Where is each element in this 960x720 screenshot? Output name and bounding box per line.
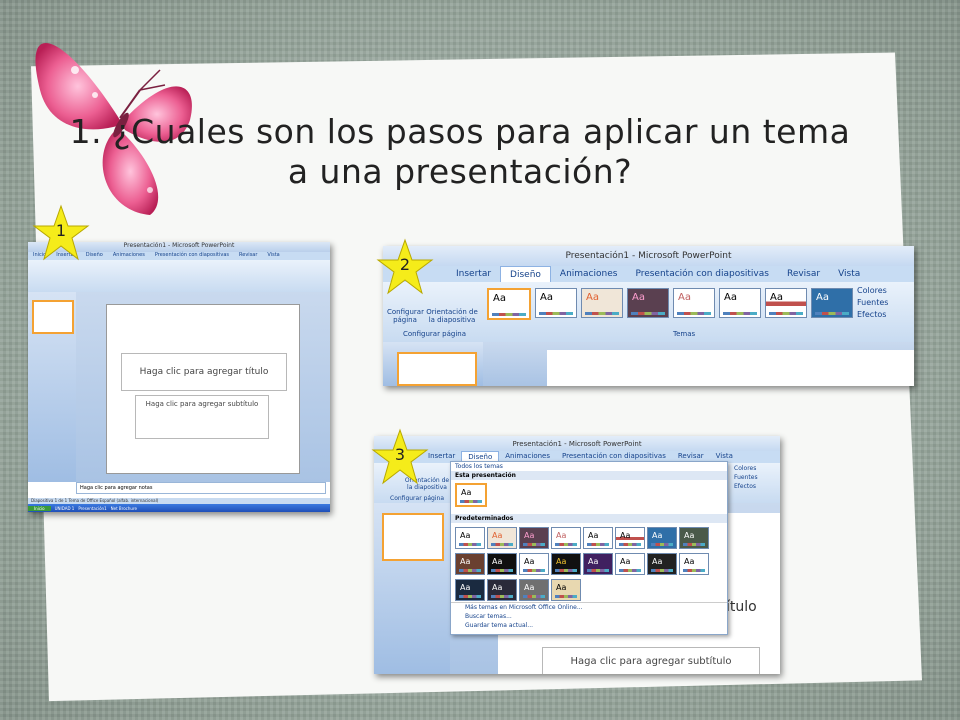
theme-thumbnail[interactable]: Aa bbox=[487, 288, 531, 320]
theme-options: Colores Fuentes Efectos bbox=[857, 286, 888, 319]
tab-vista[interactable]: Vista bbox=[262, 252, 284, 260]
step-1-number: 1 bbox=[55, 221, 67, 240]
slide-subtitle-placeholder[interactable]: Haga clic para agregar subtítulo bbox=[135, 395, 269, 439]
themes-dropdown: Todos los temas Esta presentación Aa Pre… bbox=[450, 461, 728, 635]
slides-pane bbox=[383, 342, 483, 386]
slide-title-placeholder[interactable]: Haga clic para agregar título bbox=[121, 353, 287, 391]
window-title-bar: Presentación1 - Microsoft PowerPoint bbox=[374, 436, 780, 451]
step-3-star: 3 bbox=[371, 428, 429, 486]
theme-thumbnail[interactable]: Aa bbox=[487, 579, 517, 601]
tab-presentacion[interactable]: Presentación con diapositivas bbox=[150, 252, 234, 260]
theme-thumbnail[interactable]: Aa bbox=[647, 553, 677, 575]
tab-animaciones[interactable]: Animaciones bbox=[108, 252, 150, 260]
slides-pane bbox=[28, 292, 76, 482]
step-1-star: 1 bbox=[32, 204, 90, 262]
slides-pane bbox=[374, 503, 450, 674]
taskbar-item[interactable]: UNIDAD 1 bbox=[55, 506, 75, 511]
tab-revisar[interactable]: Revisar bbox=[234, 252, 262, 260]
theme-thumbnail[interactable]: Aa bbox=[627, 288, 669, 318]
theme-options: Colores Fuentes Efectos bbox=[734, 465, 758, 490]
ribbon bbox=[28, 260, 330, 293]
slide-canvas: Haga clic para agregar título Haga clic … bbox=[106, 304, 300, 474]
tab-revisar[interactable]: Revisar bbox=[778, 266, 829, 282]
screenshot-1: Presentación1 - Microsoft PowerPoint Ini… bbox=[28, 242, 330, 512]
theme-thumbnail[interactable]: Aa bbox=[455, 579, 485, 601]
theme-thumbnail[interactable]: Aa bbox=[535, 288, 577, 318]
notes-pane[interactable]: Haga clic para agregar notas bbox=[76, 482, 326, 494]
tab-bar: Insertar Diseño Animaciones Presentación… bbox=[383, 266, 914, 282]
fonts-button[interactable]: Fuentes bbox=[734, 474, 758, 481]
theme-thumbnail[interactable]: Aa bbox=[551, 553, 581, 575]
theme-thumbnail[interactable]: Aa bbox=[551, 527, 581, 549]
theme-thumbnail[interactable]: Aa bbox=[455, 553, 485, 575]
slide-area: Haga clic para agregar título Haga clic … bbox=[76, 292, 330, 482]
theme-thumbnail[interactable]: Aa bbox=[615, 527, 645, 549]
section-label-builtin: Predeterminados bbox=[451, 514, 727, 523]
page-title: 1. ¿Cuales son los pasos para aplicar un… bbox=[69, 112, 851, 191]
tab-vista[interactable]: Vista bbox=[829, 266, 869, 282]
theme-thumbnail[interactable]: Aa bbox=[679, 553, 709, 575]
orientation-button[interactable]: Orientación de la diapositiva bbox=[425, 308, 479, 324]
more-themes-online-item[interactable]: Más temas en Microsoft Office Online... bbox=[451, 602, 727, 612]
theme-gallery: Aa Aa Aa Aa Aa Aa Aa Aa bbox=[487, 288, 853, 320]
step-2-number: 2 bbox=[399, 255, 411, 274]
tab-insertar[interactable]: Insertar bbox=[447, 266, 500, 282]
window-title-bar: Presentación1 - Microsoft PowerPoint bbox=[383, 246, 914, 266]
group-label-themes: Temas bbox=[673, 330, 696, 338]
dropdown-header: Todos los temas bbox=[455, 463, 503, 470]
theme-thumbnail[interactable]: Aa bbox=[765, 288, 807, 318]
section-label-current: Esta presentación bbox=[451, 471, 727, 480]
step-2-star: 2 bbox=[376, 238, 434, 296]
slide-canvas bbox=[547, 350, 914, 386]
slide-subtitle-placeholder[interactable]: Haga clic para agregar subtítulo bbox=[542, 647, 760, 674]
theme-thumbnail[interactable]: Aa bbox=[581, 288, 623, 318]
theme-thumbnail[interactable]: Aa bbox=[679, 527, 709, 549]
theme-thumbnail[interactable]: Aa bbox=[455, 527, 485, 549]
tab-diseno[interactable]: Diseño bbox=[500, 266, 551, 282]
colors-button[interactable]: Colores bbox=[734, 465, 758, 472]
slide-thumbnail[interactable] bbox=[382, 513, 444, 561]
slide-title-partial: ítulo bbox=[726, 599, 757, 615]
theme-thumbnail[interactable]: Aa bbox=[551, 579, 581, 601]
theme-thumbnail[interactable]: Aa bbox=[455, 483, 487, 507]
taskbar: Inicio UNIDAD 1 Presentación1 Net Brochu… bbox=[28, 504, 330, 512]
group-label-setup: Configurar página bbox=[390, 495, 445, 502]
taskbar-item[interactable]: Presentación1 bbox=[78, 506, 106, 511]
theme-thumbnail[interactable]: Aa bbox=[583, 527, 613, 549]
colors-button[interactable]: Colores bbox=[857, 286, 888, 295]
theme-thumbnail[interactable]: Aa bbox=[647, 527, 677, 549]
start-button[interactable]: Inicio bbox=[28, 505, 51, 511]
theme-thumbnail[interactable]: Aa bbox=[487, 527, 517, 549]
dropdown-menu-items: Más temas en Microsoft Office Online... … bbox=[451, 602, 727, 630]
taskbar-item[interactable]: Net Brochure bbox=[111, 506, 137, 511]
page-setup-button[interactable]: Configurar página bbox=[387, 308, 424, 324]
theme-thumbnail[interactable]: Aa bbox=[811, 288, 853, 318]
tab-presentacion[interactable]: Presentación con diapositivas bbox=[626, 266, 778, 282]
theme-thumbnail[interactable]: Aa bbox=[615, 553, 645, 575]
ribbon: Configurar página Orientación de la diap… bbox=[383, 282, 914, 343]
fonts-button[interactable]: Fuentes bbox=[857, 298, 888, 307]
theme-thumbnail[interactable]: Aa bbox=[487, 553, 517, 575]
effects-button[interactable]: Efectos bbox=[857, 310, 888, 319]
builtin-theme-grid: Aa Aa Aa Aa Aa Aa Aa Aa Aa Aa Aa Aa Aa A… bbox=[451, 523, 727, 605]
theme-thumbnail[interactable]: Aa bbox=[519, 579, 549, 601]
theme-thumbnail[interactable]: Aa bbox=[583, 553, 613, 575]
screenshot-3: Presentación1 - Microsoft PowerPoint Ins… bbox=[374, 436, 780, 674]
theme-thumbnail[interactable]: Aa bbox=[519, 553, 549, 575]
theme-thumbnail[interactable]: Aa bbox=[719, 288, 761, 318]
screenshot-2: Presentación1 - Microsoft PowerPoint Ins… bbox=[383, 246, 914, 386]
theme-thumbnail[interactable]: Aa bbox=[673, 288, 715, 318]
slide-area bbox=[483, 342, 914, 386]
save-theme-item[interactable]: Guardar tema actual... bbox=[451, 621, 727, 630]
tab-animaciones[interactable]: Animaciones bbox=[551, 266, 627, 282]
theme-thumbnail[interactable]: Aa bbox=[519, 527, 549, 549]
slide-thumbnail[interactable] bbox=[397, 352, 477, 386]
slide-thumbnail[interactable] bbox=[32, 300, 74, 334]
group-label-setup: Configurar página bbox=[403, 330, 467, 338]
effects-button[interactable]: Efectos bbox=[734, 483, 758, 490]
browse-themes-item[interactable]: Buscar temas... bbox=[451, 612, 727, 621]
step-3-number: 3 bbox=[394, 445, 406, 464]
